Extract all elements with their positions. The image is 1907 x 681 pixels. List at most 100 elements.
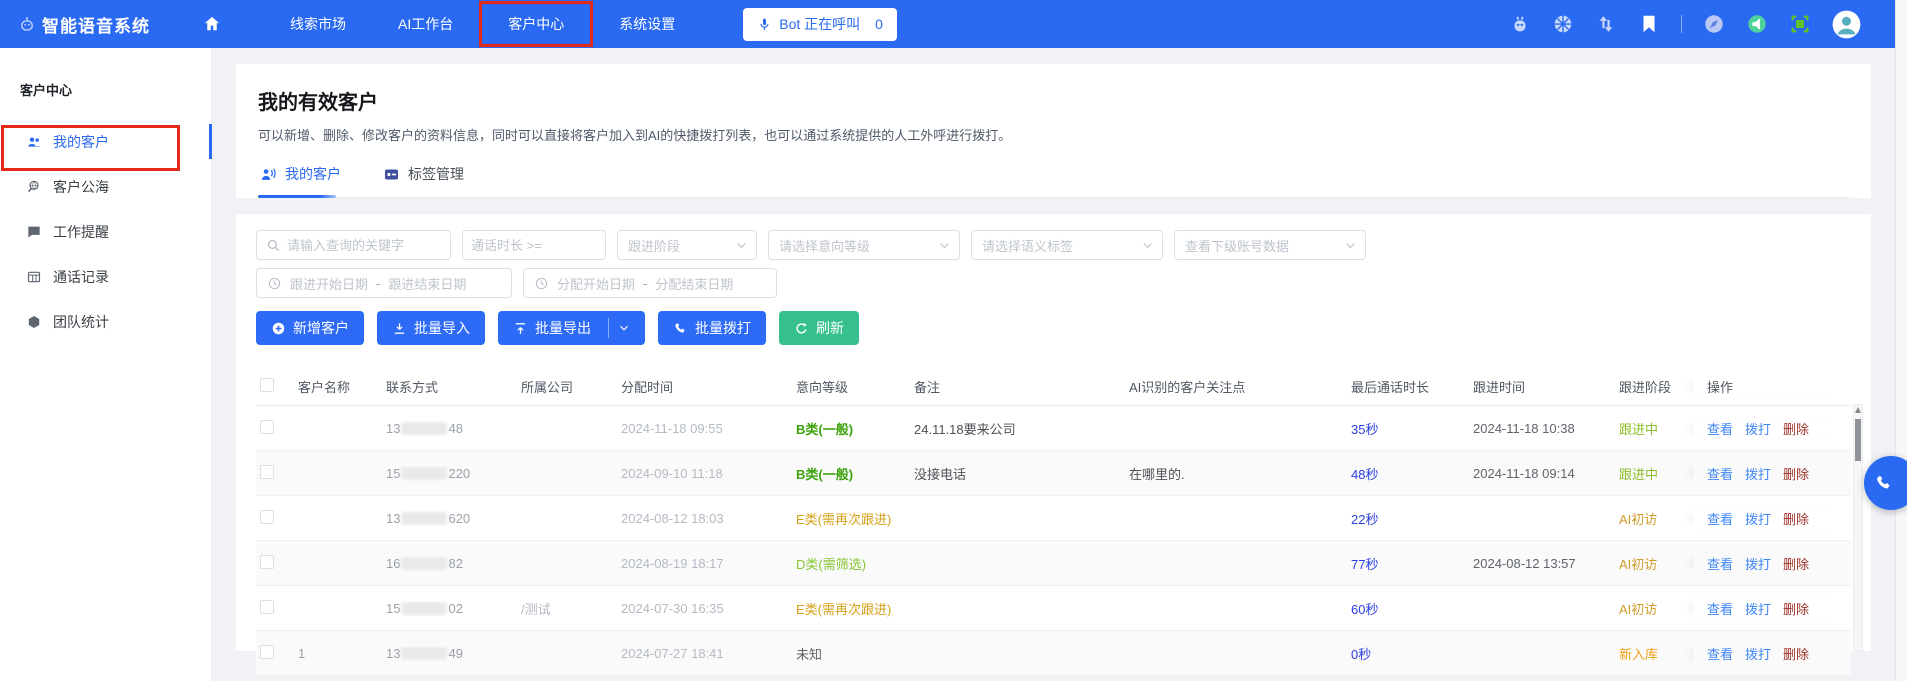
column-header: 分配时间	[621, 377, 796, 396]
delete-link[interactable]: 删除	[1783, 419, 1809, 438]
sidebar-item[interactable]: 工作提醒	[0, 209, 211, 254]
row-checkbox[interactable]	[260, 645, 274, 659]
call-duration-field	[462, 230, 606, 260]
assigned-time-cell: 2024-09-10 11:18	[621, 466, 796, 481]
user-avatar[interactable]	[1832, 10, 1861, 39]
nav-item[interactable]: 线索市场	[290, 0, 346, 48]
app-title: 智能语音系统	[42, 12, 150, 37]
announcement-icon[interactable]	[1746, 13, 1768, 35]
dial-link[interactable]: 拨打	[1745, 509, 1771, 528]
nav-item-annotated[interactable]: 客户中心	[479, 1, 593, 47]
row-checkbox[interactable]	[260, 510, 274, 524]
customer-table: 客户名称联系方式所属公司分配时间意向等级备注AI识别的客户关注点最后通话时长跟进…	[256, 368, 1851, 676]
delete-link[interactable]: 删除	[1783, 644, 1809, 663]
nav-item[interactable]: AI工作台	[398, 0, 453, 48]
scroll-up-arrow[interactable]	[1855, 407, 1861, 413]
nav-item[interactable]: 系统设置	[619, 0, 675, 48]
table-scrollbar[interactable]	[1853, 404, 1863, 651]
bot-calling-button[interactable]: Bot 正在呼叫 0	[743, 8, 897, 41]
sidebar-section-title: 客户中心	[0, 48, 211, 119]
row-checkbox-cell	[256, 645, 298, 662]
last-call-duration-cell: 0秒	[1351, 644, 1473, 663]
page-header-card: 我的有效客户 可以新增、删除、修改客户的资料信息，同时可以直接将客户加入到AI的…	[236, 64, 1871, 198]
view-link[interactable]: 查看	[1707, 644, 1733, 663]
intent-level-cell: E类(需再次跟进)	[796, 599, 914, 618]
search-globe-icon	[26, 179, 42, 195]
intent-level-select[interactable]: 请选择意向等级	[768, 230, 960, 260]
view-link[interactable]: 查看	[1707, 599, 1733, 618]
home-icon[interactable]	[202, 14, 222, 34]
dial-link[interactable]: 拨打	[1745, 464, 1771, 483]
assign-date-range[interactable]: 分配开始日期 - 分配结束日期	[523, 268, 777, 298]
follow-stage-select[interactable]: 跟进阶段	[617, 230, 757, 260]
follow-stage-cell: AI初访	[1619, 509, 1693, 528]
intent-level-cell: D类(需筛选)	[796, 554, 914, 573]
assigned-time-cell: 2024-08-12 18:03	[621, 511, 796, 526]
row-checkbox[interactable]	[260, 555, 274, 569]
row-checkbox[interactable]	[260, 420, 274, 434]
tab-customer-icon	[260, 166, 277, 183]
page-scrollbar[interactable]	[1895, 0, 1907, 681]
button-label: 批量拨打	[695, 318, 751, 338]
table-row: 1502/测试2024-07-30 16:35E类(需再次跟进)60秒AI初访查…	[256, 586, 1851, 631]
aperture-icon[interactable]	[1552, 13, 1574, 35]
sidebar-item[interactable]: 团队统计	[0, 299, 211, 344]
compass-icon[interactable]	[1703, 13, 1725, 35]
view-link[interactable]: 查看	[1707, 509, 1733, 528]
call-duration-input[interactable]	[463, 231, 605, 259]
intent-level-cell: B类(一般)	[796, 464, 914, 483]
delete-link[interactable]: 删除	[1783, 464, 1809, 483]
dial-link[interactable]: 拨打	[1745, 419, 1771, 438]
select-all-checkbox[interactable]	[260, 378, 274, 392]
screenshot-icon[interactable]	[1789, 13, 1811, 35]
phone-redaction	[401, 647, 447, 660]
assigned-time-cell: 2024-11-18 09:55	[621, 421, 796, 436]
sidebar-item[interactable]: 客户公海	[0, 164, 211, 209]
batch-export-button[interactable]: 批量导出	[498, 311, 645, 345]
company-cell: /测试	[521, 599, 621, 618]
keyword-input[interactable]	[257, 231, 450, 259]
dial-link[interactable]: 拨打	[1745, 644, 1771, 663]
refresh-icon	[794, 321, 809, 336]
note-cell: 没接电话	[914, 464, 1129, 483]
scrollbar-thumb[interactable]	[1855, 419, 1861, 461]
sidebar-item[interactable]: 通话记录	[0, 254, 211, 299]
delete-link[interactable]: 删除	[1783, 509, 1809, 528]
add-customer-button[interactable]: 新增客户	[256, 311, 364, 345]
sidebar-item[interactable]: 我的客户	[0, 119, 211, 164]
batch-dial-button[interactable]: 批量拨打	[658, 311, 766, 345]
view-link[interactable]: 查看	[1707, 464, 1733, 483]
refresh-button[interactable]: 刷新	[779, 311, 859, 345]
row-checkbox-cell	[256, 510, 298, 527]
phone-cell: 13620	[386, 511, 521, 526]
phone-prefix: 15	[386, 466, 400, 481]
chevron-down-icon[interactable]	[618, 322, 630, 334]
row-checkbox[interactable]	[260, 465, 274, 479]
delete-link[interactable]: 删除	[1783, 554, 1809, 573]
row-actions-cell: 查看拨打删除	[1693, 509, 1851, 528]
note-cell: 24.11.18要来公司	[914, 419, 1129, 438]
follow-date-range[interactable]: 跟进开始日期 - 跟进结束日期	[256, 268, 512, 298]
row-checkbox[interactable]	[260, 600, 274, 614]
row-actions-cell: 查看拨打删除	[1693, 554, 1851, 573]
view-link[interactable]: 查看	[1707, 554, 1733, 573]
view-link[interactable]: 查看	[1707, 419, 1733, 438]
sort-arrows-icon[interactable]	[1595, 13, 1617, 35]
last-call-duration-cell: 48秒	[1351, 464, 1473, 483]
tab-tag-management[interactable]: 标签管理	[381, 164, 466, 197]
semantic-tag-select[interactable]: 请选择语义标签	[971, 230, 1163, 260]
column-header: 所属公司	[521, 377, 621, 396]
robot-icon[interactable]	[1509, 13, 1531, 35]
phone-prefix: 16	[386, 556, 400, 571]
bookmark-icon[interactable]	[1638, 13, 1660, 35]
tab-my-customers[interactable]: 我的客户	[258, 164, 343, 197]
subaccount-data-select[interactable]: 查看下级账号数据	[1174, 230, 1366, 260]
filter-row-2: 跟进开始日期 - 跟进结束日期 分配开始日期 - 分配结束日期	[256, 268, 1851, 298]
follow-stage-placeholder: 跟进阶段	[628, 236, 680, 255]
delete-link[interactable]: 删除	[1783, 599, 1809, 618]
ai-focus-cell: 在哪里的.	[1129, 464, 1351, 483]
dial-link[interactable]: 拨打	[1745, 599, 1771, 618]
dial-link[interactable]: 拨打	[1745, 554, 1771, 573]
column-header: 客户名称	[298, 377, 386, 396]
batch-import-button[interactable]: 批量导入	[377, 311, 485, 345]
